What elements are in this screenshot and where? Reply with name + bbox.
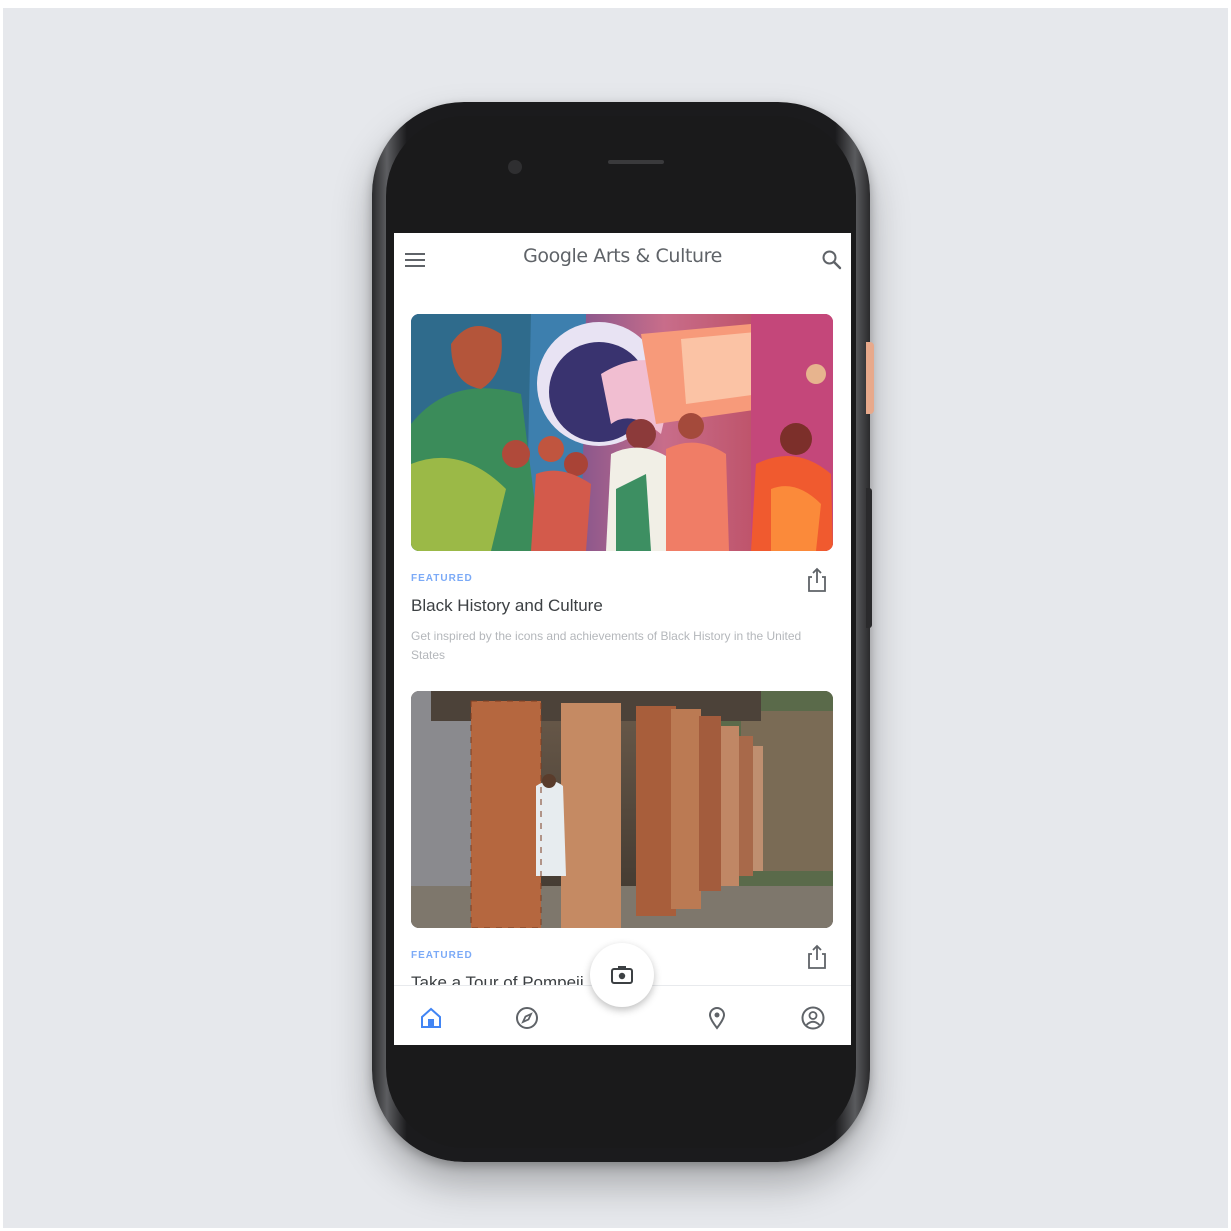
app-screen: Google Arts & Culture FEATURED Black His… (394, 233, 851, 1045)
card-title[interactable]: Take a Tour of Pompeii (411, 973, 584, 985)
menu-icon[interactable] (404, 250, 426, 270)
share-icon[interactable] (805, 943, 829, 971)
feed: FEATURED Black History and Culture Get i… (394, 289, 851, 985)
story-card: FEATURED Take a Tour of Pompeii (411, 691, 833, 985)
volume-button (866, 488, 872, 628)
home-icon[interactable] (417, 1004, 445, 1032)
explore-icon[interactable] (513, 1004, 541, 1032)
power-button (866, 342, 874, 414)
profile-icon[interactable] (799, 1004, 827, 1032)
earpiece-speaker (608, 160, 664, 164)
card-description: Get inspired by the icons and achievemen… (411, 629, 802, 662)
camera-button[interactable] (590, 943, 654, 1007)
location-icon[interactable] (703, 1004, 731, 1032)
front-camera (508, 160, 522, 174)
story-card: FEATURED Black History and Culture Get i… (411, 314, 833, 662)
card-title[interactable]: Black History and Culture (411, 596, 603, 616)
card-image-pompeii[interactable] (411, 691, 833, 928)
camera-icon (611, 966, 633, 984)
card-image-painting[interactable] (411, 314, 833, 551)
card-tag: FEATURED (411, 573, 473, 584)
share-icon[interactable] (805, 566, 829, 594)
app-bar: Google Arts & Culture (394, 233, 851, 289)
card-tag: FEATURED (411, 950, 473, 961)
app-title: Google Arts & Culture (523, 245, 722, 267)
search-icon[interactable] (820, 248, 844, 272)
